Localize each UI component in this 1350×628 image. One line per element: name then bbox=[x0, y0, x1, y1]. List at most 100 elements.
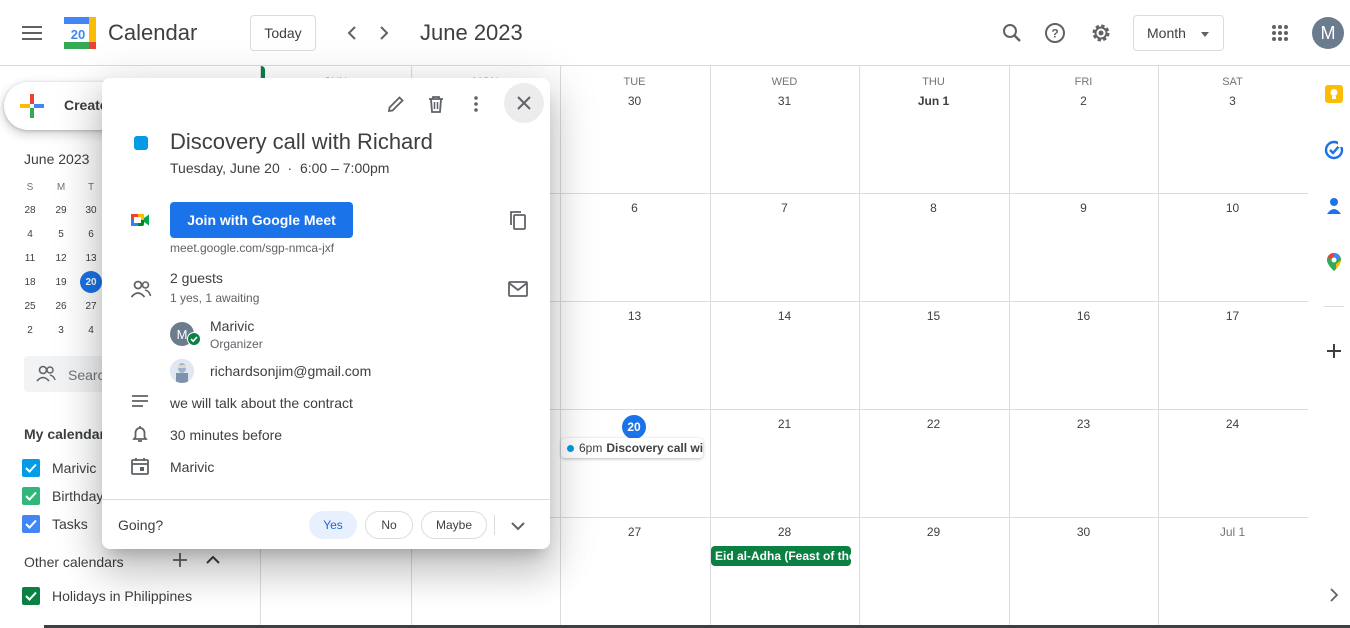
day-number[interactable]: 9 bbox=[1009, 201, 1158, 215]
rsvp-yes-button[interactable]: Yes bbox=[309, 511, 357, 539]
guest-name[interactable]: Marivic bbox=[210, 318, 254, 334]
checkbox-checked-icon[interactable] bbox=[22, 459, 40, 477]
day-number[interactable]: 8 bbox=[859, 201, 1008, 215]
day-number[interactable]: 7 bbox=[710, 201, 859, 215]
mini-calendar-day[interactable]: 11 bbox=[19, 247, 41, 269]
day-number[interactable]: Jun 1 bbox=[859, 94, 1008, 108]
keep-icon[interactable] bbox=[1324, 84, 1344, 104]
account-avatar[interactable]: M bbox=[1312, 17, 1344, 49]
more-options-button[interactable] bbox=[462, 90, 490, 118]
search-button[interactable] bbox=[998, 19, 1026, 47]
delete-event-button[interactable] bbox=[422, 90, 450, 118]
copy-icon[interactable] bbox=[507, 209, 529, 231]
settings-button[interactable] bbox=[1087, 19, 1115, 47]
chevron-down-icon[interactable] bbox=[507, 515, 529, 537]
next-period-button[interactable] bbox=[370, 19, 398, 47]
chevron-up-icon[interactable] bbox=[204, 551, 222, 569]
day-number[interactable]: 28 bbox=[710, 525, 859, 539]
mini-calendar-day[interactable]: 4 bbox=[19, 223, 41, 245]
event-chip-eid-al-adha[interactable]: Eid al-Adha (Feast of the bbox=[711, 546, 851, 566]
day-number[interactable]: 10 bbox=[1158, 201, 1307, 215]
guest-email[interactable]: richardsonjim@gmail.com bbox=[210, 363, 371, 379]
rsvp-label: Going? bbox=[118, 517, 164, 533]
day-number[interactable]: 16 bbox=[1009, 309, 1158, 323]
today-button[interactable]: Today bbox=[250, 15, 316, 51]
calendar-item-tasks[interactable]: Tasks bbox=[22, 512, 88, 536]
mini-calendar-day[interactable]: 20 bbox=[80, 271, 102, 293]
grid-column-line bbox=[710, 66, 711, 628]
event-chip-discovery-call[interactable]: 6pm Discovery call wi bbox=[561, 438, 703, 458]
day-number[interactable]: 15 bbox=[859, 309, 1008, 323]
mini-calendar-day[interactable]: 3 bbox=[50, 319, 72, 341]
day-number[interactable]: 30 bbox=[1009, 525, 1158, 539]
day-number[interactable]: 24 bbox=[1158, 417, 1307, 431]
day-number[interactable]: 13 bbox=[560, 309, 709, 323]
day-number[interactable]: 2 bbox=[1009, 94, 1158, 108]
add-addon-plus-icon[interactable] bbox=[1324, 341, 1344, 361]
mini-calendar-day[interactable]: 4 bbox=[80, 319, 102, 341]
checkbox-checked-icon[interactable] bbox=[22, 487, 40, 505]
tasks-icon[interactable] bbox=[1324, 140, 1344, 160]
add-calendar-plus-icon[interactable] bbox=[170, 550, 190, 570]
checkbox-checked-icon[interactable] bbox=[22, 587, 40, 605]
mini-calendar-day[interactable]: 25 bbox=[19, 295, 41, 317]
mini-calendar-day[interactable]: 18 bbox=[19, 271, 41, 293]
maps-icon[interactable] bbox=[1324, 252, 1344, 272]
chevron-left-icon bbox=[347, 26, 356, 40]
bell-icon bbox=[132, 426, 148, 442]
day-number[interactable]: 23 bbox=[1009, 417, 1158, 431]
mini-calendar-title: June 2023 bbox=[24, 151, 90, 167]
day-of-week-header: THU bbox=[922, 76, 945, 88]
day-number[interactable]: 30 bbox=[560, 94, 709, 108]
mini-calendar-day[interactable]: 26 bbox=[50, 295, 72, 317]
calendar-item-marivic[interactable]: Marivic bbox=[22, 456, 96, 480]
help-button[interactable]: ? bbox=[1041, 19, 1069, 47]
email-guests-icon[interactable] bbox=[507, 278, 529, 300]
day-number[interactable]: 6 bbox=[560, 201, 709, 215]
calendar-item-birthdays[interactable]: Birthdays bbox=[22, 484, 110, 508]
close-popup-button[interactable] bbox=[504, 83, 544, 123]
mini-calendar-day[interactable]: 6 bbox=[80, 223, 102, 245]
mini-calendar-day[interactable]: 2 bbox=[19, 319, 41, 341]
day-number[interactable]: 17 bbox=[1158, 309, 1307, 323]
edit-event-button[interactable] bbox=[382, 90, 410, 118]
mini-calendar-day[interactable]: 19 bbox=[50, 271, 72, 293]
google-apps-button[interactable] bbox=[1266, 19, 1294, 47]
mini-calendar-day[interactable]: 13 bbox=[80, 247, 102, 269]
mini-calendar-day[interactable]: 28 bbox=[19, 199, 41, 221]
mini-calendar-day[interactable]: 30 bbox=[80, 199, 102, 221]
mini-calendar-dow: T bbox=[87, 181, 95, 193]
previous-period-button[interactable] bbox=[338, 19, 366, 47]
calendar-item-holidays[interactable]: Holidays in Philippines bbox=[22, 584, 192, 608]
today-date-circle[interactable]: 20 bbox=[622, 415, 646, 439]
mini-calendar-day[interactable]: 12 bbox=[50, 247, 72, 269]
my-calendars-title[interactable]: My calendars bbox=[24, 426, 113, 442]
day-number[interactable]: 29 bbox=[859, 525, 1008, 539]
day-number[interactable]: 31 bbox=[710, 94, 859, 108]
day-number[interactable]: 22 bbox=[859, 417, 1008, 431]
contacts-icon[interactable] bbox=[1324, 196, 1344, 216]
calendar-logo-icon[interactable]: 20 bbox=[64, 17, 96, 49]
other-calendars-title: Other calendars bbox=[24, 554, 124, 570]
view-selector[interactable]: Month bbox=[1133, 15, 1224, 51]
main-menu-button[interactable] bbox=[16, 17, 48, 49]
event-dot-icon bbox=[567, 444, 574, 452]
meet-link[interactable]: meet.google.com/sgp-nmca-jxf bbox=[170, 241, 334, 255]
mini-calendar-day[interactable]: 27 bbox=[80, 295, 102, 317]
rsvp-no-button[interactable]: No bbox=[365, 511, 413, 539]
rsvp-maybe-button[interactable]: Maybe bbox=[421, 511, 487, 539]
day-number[interactable]: 27 bbox=[560, 525, 709, 539]
popup-divider bbox=[102, 499, 550, 500]
checkbox-checked-icon[interactable] bbox=[22, 515, 40, 533]
day-number[interactable]: 3 bbox=[1158, 94, 1307, 108]
mini-calendar-day[interactable]: 29 bbox=[50, 199, 72, 221]
chevron-right-icon[interactable] bbox=[1327, 588, 1341, 602]
guests-status: 1 yes, 1 awaiting bbox=[170, 291, 260, 305]
day-number[interactable]: 21 bbox=[710, 417, 859, 431]
day-number[interactable]: Jul 1 bbox=[1158, 525, 1307, 539]
day-number[interactable]: 14 bbox=[710, 309, 859, 323]
calendar-item-label: Holidays in Philippines bbox=[52, 588, 193, 604]
mini-calendar-day[interactable]: 5 bbox=[50, 223, 72, 245]
join-google-meet-button[interactable]: Join with Google Meet bbox=[170, 202, 353, 238]
mini-calendar-dow: M bbox=[56, 181, 66, 193]
